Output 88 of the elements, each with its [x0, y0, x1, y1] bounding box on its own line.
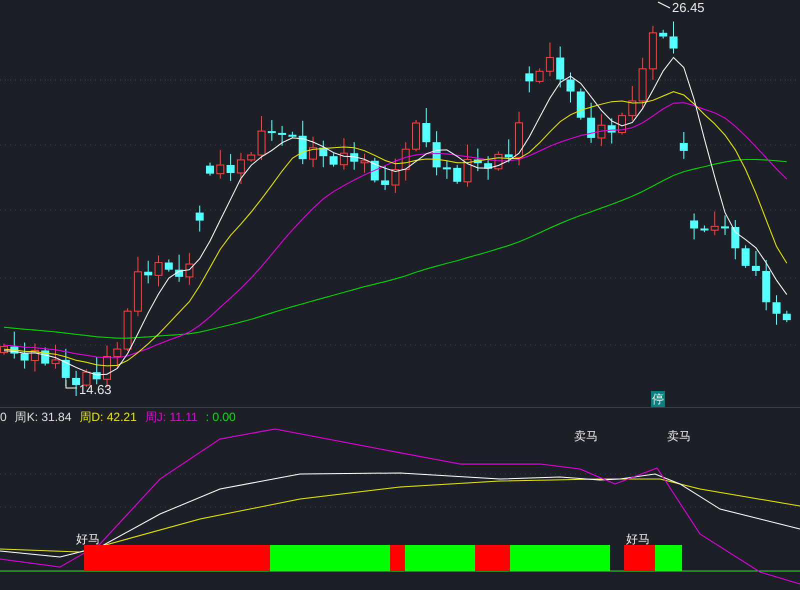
- candlestick: [700, 224, 708, 233]
- candlestick: [164, 259, 173, 272]
- candlestick: [628, 85, 636, 122]
- candlestick: [144, 260, 152, 284]
- candlestick: [742, 244, 750, 268]
- candlestick: [298, 120, 307, 165]
- candlestick: [360, 153, 368, 174]
- candlestick: [566, 72, 574, 103]
- candlestick: [309, 136, 317, 168]
- leader-line: [66, 380, 78, 388]
- candlestick: [196, 205, 204, 232]
- candlestick: [330, 152, 338, 168]
- candlestick: [258, 116, 266, 160]
- candlestick: [680, 131, 688, 160]
- signal-label: 好马: [626, 533, 650, 545]
- candlestick: [41, 346, 50, 366]
- candlestick: [30, 342, 39, 372]
- candlestick: [721, 214, 729, 236]
- signal-label: 卖马: [574, 430, 598, 442]
- candlestick: [113, 342, 122, 368]
- candlestick: [525, 66, 534, 93]
- candlestick: [154, 255, 162, 287]
- indicator-value: 周J: 11.11: [144, 409, 198, 425]
- signal-label: 好马: [76, 533, 100, 545]
- candlestick: [731, 220, 740, 260]
- candlestick: [648, 25, 657, 80]
- candlestick: [206, 162, 214, 176]
- candlestick: [236, 152, 245, 184]
- candlestick: [391, 158, 400, 194]
- candlestick: [690, 212, 698, 240]
- candlestick: [319, 140, 328, 168]
- candlestick: [185, 252, 194, 286]
- candlestick: [134, 256, 142, 317]
- candlestick: [659, 29, 668, 39]
- halt-badge: 停: [651, 391, 665, 407]
- candlestick: [587, 102, 596, 144]
- candlestick: [597, 114, 606, 146]
- candlestick: [10, 331, 18, 360]
- candlestick: [278, 125, 286, 146]
- high-price-label: 26.45: [672, 0, 705, 17]
- candlestick: [504, 138, 513, 163]
- indicator-value: 周D: 42.21: [79, 409, 137, 425]
- signal-bar: [655, 545, 682, 571]
- candlestick: [268, 120, 276, 142]
- candlestick: [710, 210, 719, 236]
- signal-bar: [624, 545, 655, 571]
- candlestick: [772, 294, 780, 326]
- indicator-value: 0: [0, 409, 7, 425]
- candlestick: [247, 152, 256, 162]
- candlestick: [72, 370, 80, 397]
- candlestick: [670, 20, 678, 54]
- candlestick: [782, 310, 791, 323]
- candlestick: [216, 150, 224, 180]
- candlestick: [494, 150, 502, 172]
- candlestick: [762, 259, 770, 311]
- candlestick: [556, 46, 564, 88]
- candlestick: [340, 138, 348, 170]
- candlestick: [175, 254, 184, 282]
- candlestick: [515, 111, 523, 166]
- candlestick: [370, 157, 379, 183]
- candlestick: [442, 160, 451, 180]
- candlestick: [226, 154, 235, 182]
- candlestick: [546, 42, 554, 77]
- candlestick: [402, 142, 410, 182]
- candlestick: [20, 342, 29, 370]
- candlestick: [52, 344, 60, 370]
- candlestick: [288, 131, 296, 138]
- candlestick: [124, 308, 132, 352]
- low-price-label: 14.63: [79, 381, 112, 399]
- candlestick: [381, 164, 390, 190]
- indicator-value: 周K: 31.84: [14, 409, 72, 425]
- candlestick: [422, 108, 430, 148]
- indicator-value: : 0.00: [206, 409, 236, 425]
- candlestick: [752, 250, 760, 276]
- candlestick: [464, 144, 472, 188]
- candlestick: [432, 130, 441, 176]
- candlestick: [92, 356, 101, 385]
- candlestick: [412, 120, 420, 152]
- signal-label: 卖马: [667, 430, 691, 442]
- candlestick: [484, 156, 492, 180]
- candlestick: [453, 164, 462, 184]
- candlestick: [350, 142, 358, 170]
- candlestick: [474, 148, 482, 172]
- leader-line: [658, 2, 670, 8]
- candlestick: [576, 88, 585, 120]
- candlestick: [638, 57, 647, 110]
- candlestick: [608, 118, 616, 144]
- candlestick: [536, 68, 544, 84]
